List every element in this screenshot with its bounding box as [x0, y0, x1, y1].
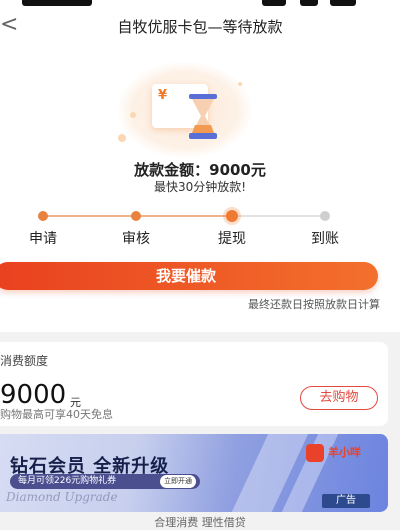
footer-slogan: 合理消费 理性借贷 — [154, 516, 246, 529]
sparkle-dot — [130, 112, 136, 118]
step-label: 到账 — [311, 231, 339, 247]
brand-name: 羊小咩 — [328, 446, 361, 459]
yen-symbol: ¥ — [158, 88, 168, 103]
ad-badge: 广告 — [322, 494, 370, 508]
step-dot — [226, 210, 238, 222]
step-label: 提现 — [218, 231, 246, 247]
urge-payment-button[interactable]: 我要催款 — [0, 262, 378, 290]
step-dot — [320, 211, 330, 221]
step-label: 申请 — [29, 231, 57, 247]
banner-open-button[interactable]: 立即开通 — [160, 475, 196, 488]
banner-script: Diamond Upgrade — [6, 490, 118, 504]
sparkle-dot — [238, 82, 242, 86]
repay-note: 最终还款日按照放款日计算 — [248, 298, 380, 311]
step-label: 审核 — [122, 231, 150, 247]
brand-logo-icon — [306, 444, 324, 462]
loan-eta: 最快30分钟放款! — [153, 180, 247, 194]
step-dot — [38, 211, 48, 221]
hourglass-icon — [189, 94, 217, 139]
step-dot — [131, 211, 141, 221]
go-shopping-button[interactable]: 去购物 — [300, 386, 378, 410]
loan-amount: 放款金额：9000元 — [134, 161, 266, 179]
sparkle-dot — [118, 134, 126, 142]
step-connector — [136, 215, 232, 217]
credit-desc: 购物最高可享40天免息 — [0, 408, 113, 421]
credit-title: 消费额度 — [0, 354, 49, 368]
page-title: 自牧优服卡包—等待放款 — [117, 18, 283, 36]
step-connector — [43, 215, 136, 217]
step-connector — [232, 215, 325, 217]
status-bar — [0, 0, 400, 8]
